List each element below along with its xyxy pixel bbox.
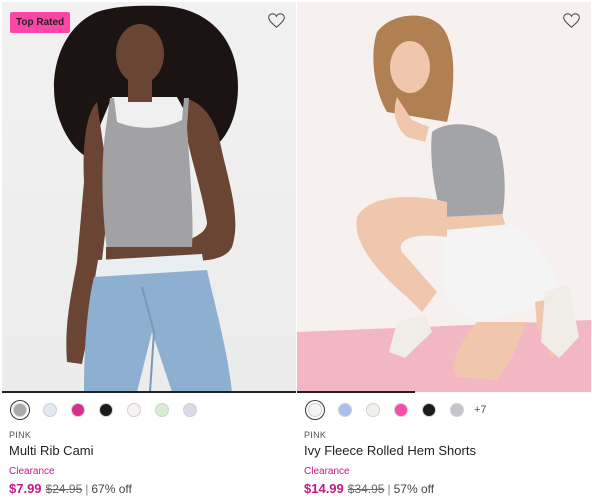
- color-swatches: [2, 400, 211, 420]
- swatch-4[interactable]: [99, 403, 113, 417]
- product-image[interactable]: [2, 2, 296, 392]
- price-separator: |: [387, 482, 391, 496]
- model-photo: [297, 15, 591, 392]
- product-title[interactable]: Ivy Fleece Rolled Hem Shorts: [304, 443, 476, 458]
- swatch-4[interactable]: [394, 403, 408, 417]
- discount-percent: 57% off: [393, 482, 435, 496]
- brand-name: PINK: [304, 430, 327, 440]
- more-colors-link[interactable]: +7: [474, 404, 487, 416]
- swatch-7[interactable]: [183, 403, 197, 417]
- swatch-5[interactable]: [422, 403, 436, 417]
- swatch-2[interactable]: [338, 403, 352, 417]
- price-row: $14.99 $34.95 | 57% off: [304, 481, 434, 496]
- top-rated-badge: Top Rated: [10, 12, 71, 33]
- heart-icon[interactable]: [264, 8, 288, 32]
- swatch-5[interactable]: [127, 403, 141, 417]
- clearance-label: Clearance: [9, 466, 55, 477]
- discount-percent: 67% off: [91, 482, 132, 496]
- swatch-6[interactable]: [450, 403, 464, 417]
- clearance-label: Clearance: [304, 466, 350, 477]
- model-photo: [53, 5, 238, 392]
- original-price: $24.95: [45, 482, 83, 496]
- heart-icon[interactable]: [559, 8, 583, 32]
- swatch-1[interactable]: [13, 403, 27, 417]
- color-swatches: +7: [297, 400, 487, 420]
- price-separator: |: [85, 482, 89, 496]
- price-row: $7.99 $24.95 | 67% off: [9, 481, 132, 496]
- product-title[interactable]: Multi Rib Cami: [9, 443, 94, 458]
- swatch-2[interactable]: [43, 403, 57, 417]
- product-image[interactable]: [297, 2, 591, 392]
- brand-name: PINK: [9, 430, 32, 440]
- sale-price: $14.99: [304, 481, 344, 496]
- sale-price: $7.99: [9, 481, 42, 496]
- swatch-3[interactable]: [71, 403, 85, 417]
- carousel-progress-bar: [297, 391, 415, 393]
- swatch-3[interactable]: [366, 403, 380, 417]
- swatch-6[interactable]: [155, 403, 169, 417]
- swatch-1[interactable]: [308, 403, 322, 417]
- carousel-progress-bar: [2, 391, 296, 393]
- product-card-ivy-fleece-shorts[interactable]: +7 PINK Ivy Fleece Rolled Hem Shorts Cle…: [297, 0, 591, 504]
- product-card-multi-rib-cami[interactable]: Top Rated PINK Multi Rib Cami Clearance …: [2, 0, 296, 504]
- original-price: $34.95: [347, 482, 385, 496]
